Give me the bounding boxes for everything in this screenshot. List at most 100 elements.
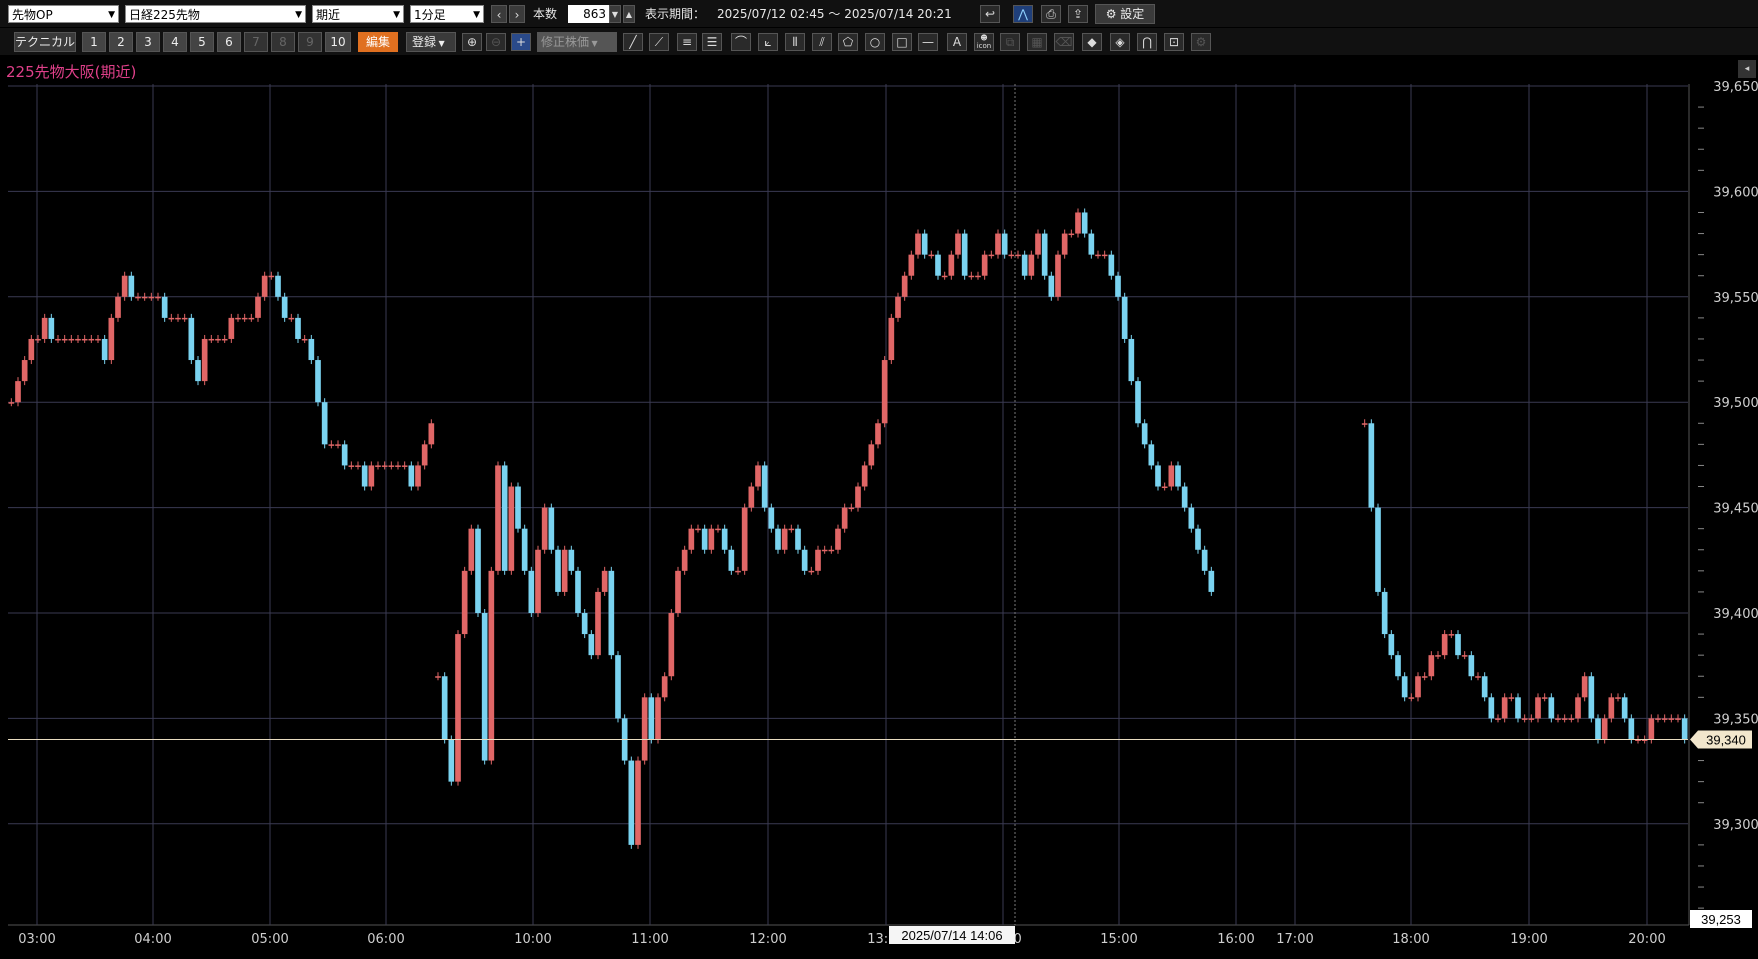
fibonacci-icon[interactable]: ☰: [702, 33, 722, 51]
preset-2-button[interactable]: 2: [109, 32, 133, 52]
prev-period-button[interactable]: ‹: [491, 5, 507, 23]
chevron-left-icon: ‹: [496, 8, 502, 22]
lock-icon[interactable]: ⊡: [1164, 33, 1184, 51]
interval-select[interactable]: 1分足 ▼: [410, 5, 484, 23]
drawing-toolbar: テクニカル 1 2 3 4 5 6 7 8 9 10 編集 登録 ▼ ⊕ ⊖ +…: [0, 28, 1758, 55]
gear-icon[interactable]: ⚙: [1191, 33, 1211, 51]
text-icon[interactable]: A: [947, 33, 967, 51]
price-series: [8, 208, 1688, 849]
market-select-value: 先物OP: [12, 8, 53, 22]
y-tick-label: 39,450: [1713, 502, 1758, 517]
chevron-down-icon: ▼: [473, 10, 480, 20]
x-tick-label: 20:00: [1628, 932, 1665, 947]
chevron-down-icon: ▼: [295, 10, 302, 20]
erase-icon[interactable]: ⌫: [1054, 33, 1074, 51]
next-period-button[interactable]: ›: [509, 5, 525, 23]
contract-select[interactable]: 期近 ▼: [312, 5, 404, 23]
preset-6-button[interactable]: 6: [217, 32, 241, 52]
x-tick-label: 11:00: [631, 932, 668, 947]
preset-10-button[interactable]: 10: [325, 32, 351, 52]
x-tick-label: 10:00: [514, 932, 551, 947]
arc-icon[interactable]: ⌒: [731, 33, 751, 51]
period-label: 表示期間：: [645, 7, 706, 21]
zoom-out-icon[interactable]: ⊖: [486, 33, 506, 51]
trendline-icon[interactable]: ╱: [623, 33, 643, 51]
register-label: 登録: [412, 35, 437, 49]
settings-label: 設定: [1120, 7, 1145, 21]
chevron-down-icon: ▼: [108, 10, 115, 20]
adjusted-price-label: 修正株価: [541, 35, 590, 49]
adjusted-price-select[interactable]: 修正株価 ▼: [537, 32, 617, 52]
y-tick-label: 39,650: [1713, 80, 1758, 95]
preset-7-button[interactable]: 7: [244, 32, 268, 52]
x-tick-label: 15:00: [1100, 932, 1137, 947]
x-tick-label: 18:00: [1392, 932, 1429, 947]
x-tick-label: 17:00: [1276, 932, 1313, 947]
y-axis-ticks: 39,650 39,600 39,550 39,500 39,450 39,400 39,3…: [1698, 80, 1758, 909]
x-tick-label: 16:00: [1217, 932, 1254, 947]
axis-min-label: 39,253: [1701, 912, 1741, 927]
chart-mode-icon[interactable]: ⋀: [1013, 5, 1033, 23]
pentagon-icon[interactable]: ⬠: [838, 33, 858, 51]
horizontal-lines-icon[interactable]: ≡: [677, 33, 697, 51]
grid-icon[interactable]: ▦: [1027, 33, 1047, 51]
vertical-lines-icon[interactable]: ⦀: [785, 33, 805, 51]
gear-icon: ⚙: [1105, 7, 1121, 21]
preset-1-button[interactable]: 1: [82, 32, 106, 52]
main-toolbar: 先物OP ▼ 日経225先物 ▼ 期近 ▼ 1分足 ▼ ‹ › 本数 863 ▼ ▲ 表…: [0, 0, 1758, 27]
preset-5-button[interactable]: 5: [190, 32, 214, 52]
chevron-right-icon: ›: [514, 8, 520, 22]
channel-icon[interactable]: ⫽: [812, 33, 832, 51]
undo-icon[interactable]: ↩: [980, 5, 1000, 23]
rectangle-icon[interactable]: □: [892, 33, 912, 51]
stamp-icon[interactable]: ☻ icon: [974, 33, 994, 51]
instrument-select[interactable]: 日経225先物 ▼: [125, 5, 306, 23]
ruler-icon[interactable]: ⟋: [649, 33, 669, 51]
x-tick-label: 06:00: [367, 932, 404, 947]
count-stepper-icon[interactable]: ▲: [623, 5, 635, 23]
preset-8-button[interactable]: 8: [271, 32, 295, 52]
zoom-in-icon[interactable]: ⊕: [462, 33, 482, 51]
settings-button[interactable]: ⚙ 設定: [1095, 4, 1155, 24]
fan-icon[interactable]: ⟀: [758, 33, 778, 51]
hline-icon[interactable]: —: [918, 33, 938, 51]
x-tick-label: 19:00: [1510, 932, 1547, 947]
circle-icon[interactable]: ○: [865, 33, 885, 51]
interval-select-value: 1分足: [414, 8, 446, 22]
technical-button[interactable]: テクニカル: [14, 32, 76, 52]
x-tick-label: 12:00: [749, 932, 786, 947]
collapse-panel-icon[interactable]: ◂: [1738, 60, 1756, 78]
chevron-down-icon: ▼: [589, 39, 598, 48]
print-icon[interactable]: ⎙: [1041, 5, 1061, 23]
x-axis-ticks: 03:00 04:00 05:00 06:00 10:00 11:00 12:00 13:00…: [18, 932, 1665, 947]
edit-button[interactable]: 編集: [358, 32, 398, 52]
eraser-icon[interactable]: ◆: [1082, 33, 1102, 51]
x-tick-label: 05:00: [251, 932, 288, 947]
magnet-icon[interactable]: ⋂: [1137, 33, 1157, 51]
instrument-select-value: 日経225先物: [129, 8, 200, 22]
y-tick-label: 39,600: [1713, 185, 1758, 200]
y-tick-label: 39,300: [1713, 818, 1758, 833]
stamp-icon-label: icon: [976, 42, 992, 50]
count-input[interactable]: 863: [568, 5, 609, 23]
current-price-label: 39,340: [1706, 732, 1746, 747]
crosshair-icon[interactable]: +: [511, 33, 531, 51]
market-select[interactable]: 先物OP ▼: [8, 5, 119, 23]
y-tick-label: 39,350: [1713, 712, 1758, 727]
price-chart[interactable]: 39,650 39,600 39,550 39,500 39,450 39,400 39,3…: [0, 78, 1758, 959]
copy-icon[interactable]: ⧉: [1000, 33, 1020, 51]
preset-9-button[interactable]: 9: [298, 32, 322, 52]
chevron-down-icon: ▼: [393, 10, 400, 20]
register-button[interactable]: 登録 ▼: [406, 32, 456, 52]
y-tick-label: 39,550: [1713, 291, 1758, 306]
eraser-all-icon[interactable]: ◈: [1110, 33, 1130, 51]
export-icon[interactable]: ⇪: [1068, 5, 1088, 23]
preset-4-button[interactable]: 4: [163, 32, 187, 52]
count-dropdown-icon[interactable]: ▼: [609, 5, 621, 23]
crosshair-time-label: 2025/07/14 14:06: [901, 928, 1002, 943]
y-tick-label: 39,400: [1713, 607, 1758, 622]
contract-select-value: 期近: [316, 8, 341, 22]
preset-3-button[interactable]: 3: [136, 32, 160, 52]
y-tick-label: 39,500: [1713, 396, 1758, 411]
x-tick-label: 03:00: [18, 932, 55, 947]
